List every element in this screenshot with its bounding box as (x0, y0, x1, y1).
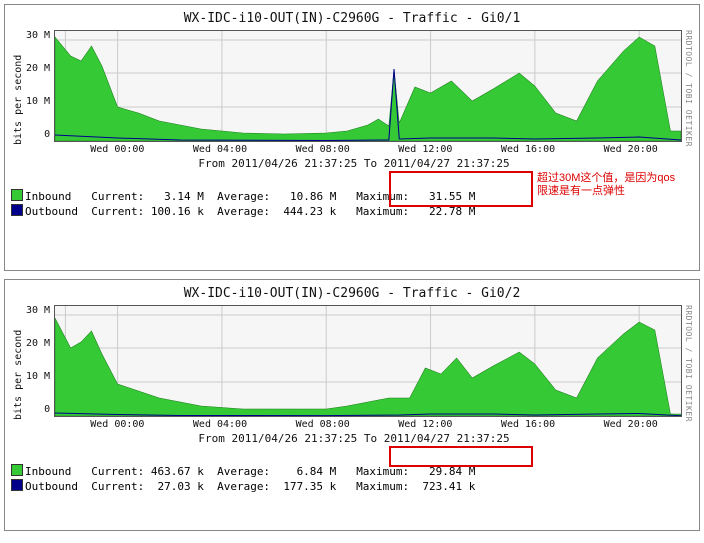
x-axis-ticks: Wed 00:00Wed 04:00Wed 08:00Wed 12:00Wed … (66, 142, 682, 155)
chart-title: WX-IDC-i10-OUT(IN)-C2960G - Traffic - Gi… (11, 11, 693, 26)
traffic-panel-gi0-2: WX-IDC-i10-OUT(IN)-C2960G - Traffic - Gi… (4, 279, 700, 531)
inbound-swatch (11, 189, 23, 201)
highlight-box (389, 446, 533, 467)
y-axis-ticks: 30 M20 M10 M0 (26, 30, 54, 140)
traffic-panel-gi0-1: WX-IDC-i10-OUT(IN)-C2960G - Traffic - Gi… (4, 4, 700, 271)
outbound-swatch (11, 479, 23, 491)
y-axis-ticks: 30 M20 M10 M0 (26, 305, 54, 415)
inbound-swatch (11, 464, 23, 476)
rrdtool-credit: RRDTOOL / TOBI OETIKER (682, 305, 693, 445)
date-range: From 2011/04/26 21:37:25 To 2011/04/27 2… (26, 432, 682, 445)
y-axis-label: bits per second (11, 30, 26, 170)
annotation-text: 超过30M这个值，是因为qos 限速是有一点弹性 (537, 172, 675, 198)
legend: Inbound Current: 463.67 k Average: 6.84 … (11, 449, 693, 524)
rrdtool-credit: RRDTOOL / TOBI OETIKER (682, 30, 693, 170)
outbound-swatch (11, 204, 23, 216)
chart-plot (54, 305, 682, 417)
date-range: From 2011/04/26 21:37:25 To 2011/04/27 2… (26, 157, 682, 170)
x-axis-ticks: Wed 00:00Wed 04:00Wed 08:00Wed 12:00Wed … (66, 417, 682, 430)
legend: Inbound Current: 3.14 M Average: 10.86 M… (11, 174, 693, 264)
chart-title: WX-IDC-i10-OUT(IN)-C2960G - Traffic - Gi… (11, 286, 693, 301)
y-axis-label: bits per second (11, 305, 26, 445)
chart-plot (54, 30, 682, 142)
